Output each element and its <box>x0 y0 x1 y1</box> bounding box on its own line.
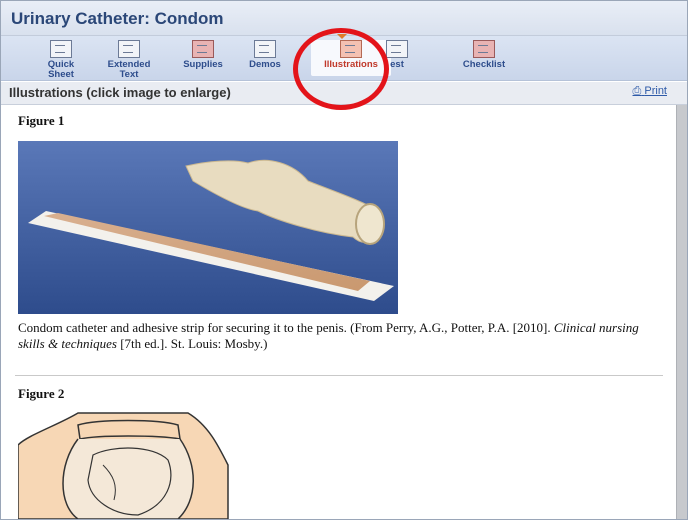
toolbar-label: Sheet <box>48 69 74 80</box>
toolbar-demos[interactable]: Demos <box>235 40 295 70</box>
toolbar-quick-sheet[interactable]: Quick Sheet <box>31 40 91 80</box>
page-title: Urinary Catheter: Condom <box>11 9 224 28</box>
caption-text: [7th ed.]. St. Louis: Mosby.) <box>116 336 268 351</box>
test-icon <box>386 40 408 58</box>
section-heading: Illustrations (click image to enlarge) <box>9 85 231 100</box>
document-icon <box>50 40 72 58</box>
toolbar-label: Illustrations <box>324 59 378 70</box>
toolbar-label: Checklist <box>462 59 506 70</box>
toolbar-checklist[interactable]: Checklist <box>449 40 519 70</box>
print-link[interactable]: ⎙ Print <box>633 85 668 98</box>
figure-1-image[interactable] <box>18 141 398 314</box>
supplies-icon <box>192 40 214 58</box>
figure-2-image[interactable] <box>18 405 248 519</box>
title-bar: Urinary Catheter: Condom <box>1 1 687 36</box>
toolbar-supplies[interactable]: Supplies <box>173 40 233 70</box>
printer-icon: ⎙ <box>632 85 642 97</box>
toolbar-label: Supplies <box>183 59 223 70</box>
vertical-scrollbar[interactable] <box>676 105 687 519</box>
toolbar-extended-text[interactable]: Extended Text <box>99 40 159 80</box>
text-document-icon <box>118 40 140 58</box>
content-area: Figure 1 Condom catheter and adhesive st… <box>1 105 675 519</box>
toolbar-label: Text <box>119 69 139 80</box>
figure-1-caption: Condom catheter and adhesive strip for s… <box>18 320 668 352</box>
app-window: Urinary Catheter: Condom Quick Sheet Ext… <box>0 0 688 520</box>
toolbar-label: est <box>390 59 404 70</box>
figure-2-title: Figure 2 <box>18 386 65 401</box>
checklist-icon <box>473 40 495 58</box>
figure-divider <box>15 375 663 376</box>
figure-1-title: Figure 1 <box>18 113 65 128</box>
toolbar-test[interactable]: est <box>377 40 417 70</box>
illustration-icon <box>340 40 362 58</box>
toolbar-label: Demos <box>249 59 281 70</box>
caption-text: Condom catheter and adhesive strip for s… <box>18 320 554 335</box>
print-label: Print <box>644 85 667 97</box>
video-icon <box>254 40 276 58</box>
section-header: Illustrations (click image to enlarge) ⎙… <box>1 82 687 105</box>
toolbar: Quick Sheet Extended Text Supplies Demos… <box>1 34 687 81</box>
